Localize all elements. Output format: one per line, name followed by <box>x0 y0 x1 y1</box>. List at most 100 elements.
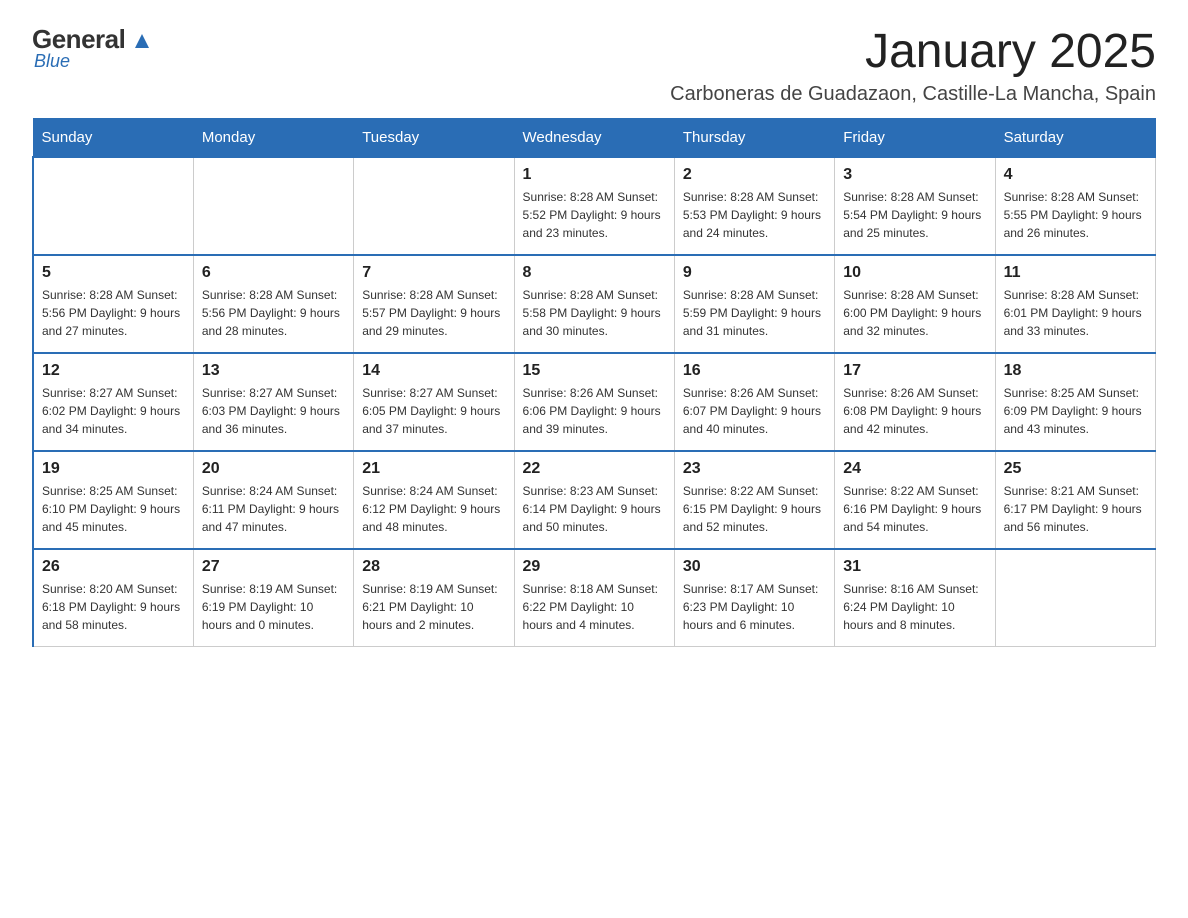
table-row: 14Sunrise: 8:27 AM Sunset: 6:05 PM Dayli… <box>354 353 514 451</box>
day-number: 29 <box>523 558 666 576</box>
day-info: Sunrise: 8:28 AM Sunset: 5:56 PM Dayligh… <box>42 286 185 340</box>
day-number: 20 <box>202 460 345 478</box>
table-row: 30 Sunrise: 8:17 AM Sunset: 6:23 PM Dayli… <box>674 549 834 647</box>
table-row: 25Sunrise: 8:21 AM Sunset: 6:17 PM Dayli… <box>995 451 1155 549</box>
table-row: 21 Sunrise: 8:24 AM Sunset: 6:12 PM Dayli… <box>354 451 514 549</box>
table-row <box>995 549 1155 647</box>
table-row: 17 Sunrise: 8:26 AM Sunset: 6:08 PM Dayli… <box>835 353 995 451</box>
table-row: 31Sunrise: 8:16 AM Sunset: 6:24 PM Dayli… <box>835 549 995 647</box>
day-info: Sunrise: 8:22 AM Sunset: 6:16 PM Dayligh… <box>843 482 986 536</box>
day-info: Sunrise: 8:28 AM Sunset: 5:55 PM Dayligh… <box>1004 188 1147 242</box>
day-number: 21 <box>362 460 505 478</box>
calendar-week-row: 26 Sunrise: 8:20 AM Sunset: 6:18 PM Dayli… <box>33 549 1156 647</box>
table-row <box>193 157 353 255</box>
header-tuesday: Tuesday <box>354 119 514 158</box>
day-number: 23 <box>683 460 826 478</box>
day-info: Sunrise: 8:24 AM Sunset: 6:12 PM Dayligh… <box>362 482 505 536</box>
day-number: 31 <box>843 558 986 576</box>
table-row: 28 Sunrise: 8:19 AM Sunset: 6:21 PM Dayli… <box>354 549 514 647</box>
day-info: Sunrise: 8:26 AM Sunset: 6:08 PM Dayligh… <box>843 384 986 438</box>
day-number: 6 <box>202 264 345 282</box>
calendar-table: Sunday Monday Tuesday Wednesday Thursday… <box>32 118 1156 647</box>
calendar-week-row: 5 Sunrise: 8:28 AM Sunset: 5:56 PM Daylig… <box>33 255 1156 353</box>
table-row: 5 Sunrise: 8:28 AM Sunset: 5:56 PM Daylig… <box>33 255 193 353</box>
day-info: Sunrise: 8:24 AM Sunset: 6:11 PM Dayligh… <box>202 482 345 536</box>
table-row: 12Sunrise: 8:27 AM Sunset: 6:02 PM Dayli… <box>33 353 193 451</box>
header-friday: Friday <box>835 119 995 158</box>
day-info: Sunrise: 8:22 AM Sunset: 6:15 PM Dayligh… <box>683 482 826 536</box>
header-wednesday: Wednesday <box>514 119 674 158</box>
page-header: General Blue January 2025 Carboneras de … <box>32 24 1156 106</box>
day-info: Sunrise: 8:28 AM Sunset: 5:57 PM Dayligh… <box>362 286 505 340</box>
day-info: Sunrise: 8:28 AM Sunset: 5:52 PM Dayligh… <box>523 188 666 242</box>
header-thursday: Thursday <box>674 119 834 158</box>
calendar-week-row: 19 Sunrise: 8:25 AM Sunset: 6:10 PM Dayli… <box>33 451 1156 549</box>
calendar-week-row: 12Sunrise: 8:27 AM Sunset: 6:02 PM Dayli… <box>33 353 1156 451</box>
header-monday: Monday <box>193 119 353 158</box>
table-row: 3Sunrise: 8:28 AM Sunset: 5:54 PM Daylig… <box>835 157 995 255</box>
logo-blue-text: Blue <box>32 51 70 72</box>
day-info: Sunrise: 8:28 AM Sunset: 5:58 PM Dayligh… <box>523 286 666 340</box>
day-info: Sunrise: 8:17 AM Sunset: 6:23 PM Dayligh… <box>683 580 826 634</box>
day-info: Sunrise: 8:26 AM Sunset: 6:06 PM Dayligh… <box>523 384 666 438</box>
day-number: 4 <box>1004 166 1147 184</box>
day-number: 13 <box>202 362 345 380</box>
table-row: 1 Sunrise: 8:28 AM Sunset: 5:52 PM Daylig… <box>514 157 674 255</box>
day-number: 11 <box>1004 264 1147 282</box>
day-number: 7 <box>362 264 505 282</box>
table-row: 16 Sunrise: 8:26 AM Sunset: 6:07 PM Dayli… <box>674 353 834 451</box>
day-number: 30 <box>683 558 826 576</box>
table-row <box>33 157 193 255</box>
location-subtitle: Carboneras de Guadazaon, Castille-La Man… <box>670 83 1156 106</box>
day-info: Sunrise: 8:28 AM Sunset: 5:56 PM Dayligh… <box>202 286 345 340</box>
day-info: Sunrise: 8:25 AM Sunset: 6:09 PM Dayligh… <box>1004 384 1147 438</box>
table-row: 9 Sunrise: 8:28 AM Sunset: 5:59 PM Daylig… <box>674 255 834 353</box>
day-number: 14 <box>362 362 505 380</box>
calendar-header-row: Sunday Monday Tuesday Wednesday Thursday… <box>33 119 1156 158</box>
day-number: 1 <box>523 166 666 184</box>
day-number: 5 <box>42 264 185 282</box>
day-info: Sunrise: 8:19 AM Sunset: 6:21 PM Dayligh… <box>362 580 505 634</box>
day-info: Sunrise: 8:28 AM Sunset: 5:54 PM Dayligh… <box>843 188 986 242</box>
day-info: Sunrise: 8:28 AM Sunset: 6:00 PM Dayligh… <box>843 286 986 340</box>
table-row: 11 Sunrise: 8:28 AM Sunset: 6:01 PM Dayli… <box>995 255 1155 353</box>
day-info: Sunrise: 8:26 AM Sunset: 6:07 PM Dayligh… <box>683 384 826 438</box>
day-info: Sunrise: 8:25 AM Sunset: 6:10 PM Dayligh… <box>42 482 185 536</box>
table-row: 13 Sunrise: 8:27 AM Sunset: 6:03 PM Dayli… <box>193 353 353 451</box>
day-number: 2 <box>683 166 826 184</box>
table-row: 18Sunrise: 8:25 AM Sunset: 6:09 PM Dayli… <box>995 353 1155 451</box>
day-info: Sunrise: 8:19 AM Sunset: 6:19 PM Dayligh… <box>202 580 345 634</box>
title-area: January 2025 Carboneras de Guadazaon, Ca… <box>670 24 1156 106</box>
table-row: 27Sunrise: 8:19 AM Sunset: 6:19 PM Dayli… <box>193 549 353 647</box>
day-number: 17 <box>843 362 986 380</box>
day-number: 19 <box>42 460 185 478</box>
day-number: 10 <box>843 264 986 282</box>
table-row: 26 Sunrise: 8:20 AM Sunset: 6:18 PM Dayli… <box>33 549 193 647</box>
table-row: 2 Sunrise: 8:28 AM Sunset: 5:53 PM Daylig… <box>674 157 834 255</box>
day-number: 16 <box>683 362 826 380</box>
day-info: Sunrise: 8:27 AM Sunset: 6:03 PM Dayligh… <box>202 384 345 438</box>
table-row: 7 Sunrise: 8:28 AM Sunset: 5:57 PM Daylig… <box>354 255 514 353</box>
table-row: 6 Sunrise: 8:28 AM Sunset: 5:56 PM Daylig… <box>193 255 353 353</box>
table-row: 15 Sunrise: 8:26 AM Sunset: 6:06 PM Dayli… <box>514 353 674 451</box>
table-row: 20 Sunrise: 8:24 AM Sunset: 6:11 PM Dayli… <box>193 451 353 549</box>
day-number: 25 <box>1004 460 1147 478</box>
day-info: Sunrise: 8:28 AM Sunset: 6:01 PM Dayligh… <box>1004 286 1147 340</box>
table-row: 8Sunrise: 8:28 AM Sunset: 5:58 PM Daylig… <box>514 255 674 353</box>
day-info: Sunrise: 8:27 AM Sunset: 6:02 PM Dayligh… <box>42 384 185 438</box>
table-row <box>354 157 514 255</box>
day-info: Sunrise: 8:23 AM Sunset: 6:14 PM Dayligh… <box>523 482 666 536</box>
day-info: Sunrise: 8:28 AM Sunset: 5:59 PM Dayligh… <box>683 286 826 340</box>
day-info: Sunrise: 8:18 AM Sunset: 6:22 PM Dayligh… <box>523 580 666 634</box>
day-number: 28 <box>362 558 505 576</box>
table-row: 23 Sunrise: 8:22 AM Sunset: 6:15 PM Dayli… <box>674 451 834 549</box>
day-number: 9 <box>683 264 826 282</box>
month-year-title: January 2025 <box>670 24 1156 79</box>
day-info: Sunrise: 8:28 AM Sunset: 5:53 PM Dayligh… <box>683 188 826 242</box>
day-number: 26 <box>42 558 185 576</box>
day-info: Sunrise: 8:20 AM Sunset: 6:18 PM Dayligh… <box>42 580 185 634</box>
header-saturday: Saturday <box>995 119 1155 158</box>
header-sunday: Sunday <box>33 119 193 158</box>
day-number: 15 <box>523 362 666 380</box>
table-row: 19 Sunrise: 8:25 AM Sunset: 6:10 PM Dayli… <box>33 451 193 549</box>
